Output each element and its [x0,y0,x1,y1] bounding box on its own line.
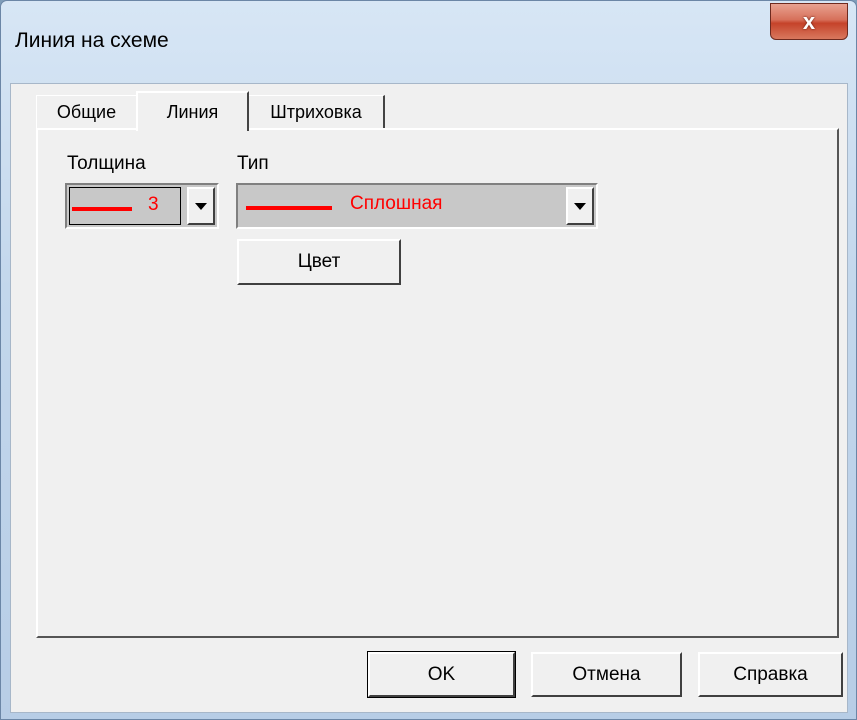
color-button-label: Цвет [297,251,341,272]
help-button-label: Справка [733,663,808,685]
window-title: Линия на схеме [15,29,169,52]
tab-line[interactable]: Линия [136,91,249,131]
close-icon: x [802,8,816,34]
tab-line-label: Линия [166,101,219,122]
type-line-sample [246,206,332,210]
type-dropdown-button[interactable] [566,187,594,225]
dialog-window: Линия на схеме x Общие Линия Штриховка Т… [0,0,857,720]
type-label: Тип [237,153,269,174]
title-bar[interactable]: Линия на схеме x [1,1,856,83]
thickness-select[interactable]: 3 [65,183,219,229]
thickness-preview: 3 [69,187,181,225]
tab-hatching-label: Штриховка [270,102,362,122]
chevron-down-icon [195,202,207,210]
ok-button-label: OK [427,663,456,685]
type-value: Сплошная [350,193,443,214]
thickness-dropdown-button[interactable] [187,187,215,225]
chevron-down-icon [574,202,586,210]
tab-hatching[interactable]: Штриховка [249,95,385,129]
cancel-button[interactable]: Отмена [531,652,682,697]
ok-button[interactable]: OK [367,651,516,698]
thickness-line-sample [72,207,132,211]
close-button[interactable]: x [770,3,848,40]
thickness-value: 3 [148,194,159,215]
tab-general-label: Общие [56,102,117,122]
type-select[interactable]: Сплошная [236,183,598,229]
color-button[interactable]: Цвет [237,239,401,285]
cancel-button-label: Отмена [572,663,641,685]
thickness-label: Толщина [67,153,146,174]
tab-general[interactable]: Общие [36,95,136,129]
help-button[interactable]: Справка [698,652,843,697]
